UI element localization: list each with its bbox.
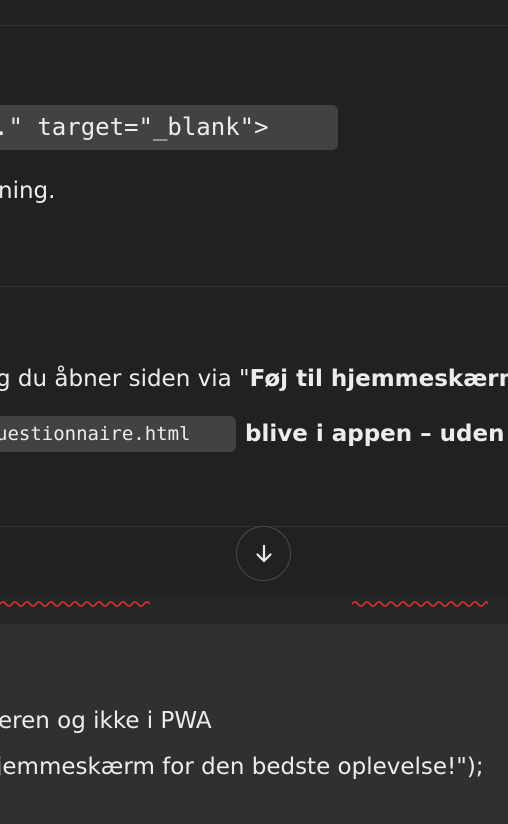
spellcheck-underline bbox=[352, 601, 488, 607]
arrow-down-icon bbox=[255, 544, 272, 562]
editor-clipped-line bbox=[0, 596, 508, 624]
message-text-segment: g du åbner siden via " bbox=[0, 366, 250, 392]
message-bold-text: blive i appen – uden bbox=[245, 421, 505, 447]
editor-text-line[interactable]: jemmeskærm for den bedste oplevelse!"); bbox=[0, 754, 484, 780]
editor-text-line[interactable]: eren og ikke i PWA bbox=[0, 708, 212, 734]
spellcheck-underline bbox=[0, 601, 150, 607]
code-editor[interactable]: eren og ikke i PWA jemmeskærm for den be… bbox=[0, 596, 508, 824]
message-bold-text: Føj til hjemmeskærm bbox=[249, 366, 508, 392]
inline-code-anchor-tag: ." target="_blank"> bbox=[0, 105, 338, 150]
divider bbox=[0, 25, 508, 26]
message-text-line: g du åbner siden via "Føj til hjemmeskær… bbox=[0, 366, 508, 392]
message-text-line: ning. bbox=[0, 178, 56, 204]
scroll-to-bottom-button[interactable] bbox=[236, 526, 291, 581]
chat-transcript: ." target="_blank"> ning. g du åbner sid… bbox=[0, 0, 508, 596]
inline-code-filename: uestionnaire.html bbox=[0, 416, 236, 452]
divider bbox=[0, 286, 508, 287]
